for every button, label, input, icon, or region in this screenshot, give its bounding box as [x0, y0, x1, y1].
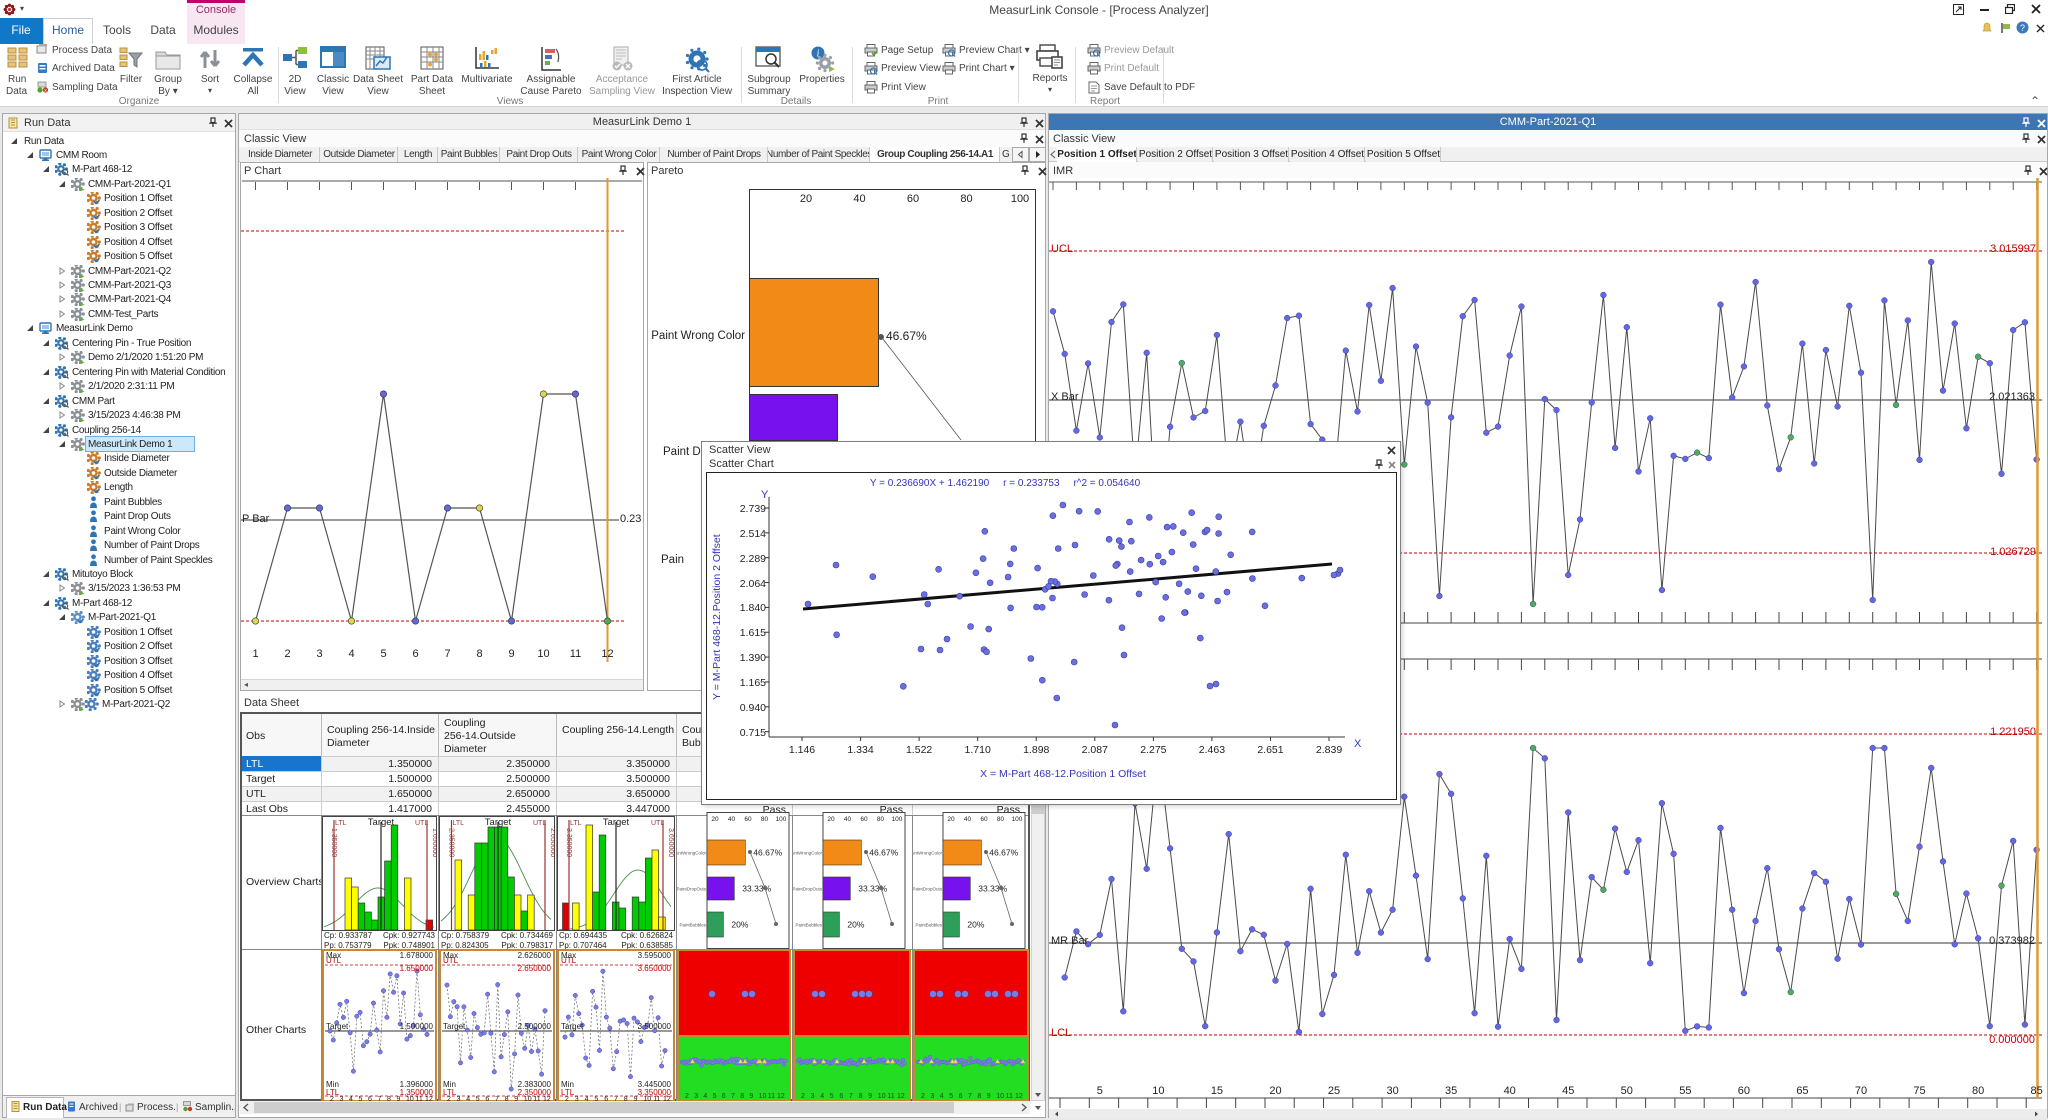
- svg-text:2.626000: 2.626000: [518, 951, 552, 960]
- svg-text:2.500000: 2.500000: [518, 1022, 552, 1031]
- svg-text:1.350000: 1.350000: [330, 828, 337, 857]
- svg-text:aintWrongColor: aintWrongColor: [677, 851, 706, 856]
- svg-text:9: 9: [987, 1093, 991, 1100]
- svg-text:2: 2: [685, 1093, 689, 1100]
- svg-text:5: 5: [949, 1093, 953, 1100]
- svg-text:11: 11: [887, 1093, 894, 1100]
- svg-text:11: 11: [768, 1093, 775, 1100]
- svg-text:PaintBubbles: PaintBubbles: [795, 923, 822, 928]
- svg-text:Target: Target: [443, 1022, 466, 1031]
- svg-text:UTL: UTL: [443, 956, 459, 965]
- svg-text:60: 60: [980, 816, 988, 823]
- svg-text:12: 12: [1015, 1093, 1023, 1100]
- svg-text:2.650000: 2.650000: [518, 964, 552, 973]
- svg-text:20%: 20%: [731, 920, 748, 930]
- svg-text:6: 6: [959, 1093, 963, 1100]
- svg-text:9: 9: [749, 1093, 753, 1100]
- svg-text:Target: Target: [485, 817, 512, 828]
- svg-text:7: 7: [849, 1093, 853, 1100]
- svg-text:46.67%: 46.67%: [989, 848, 1018, 858]
- svg-text:PaintBubbles: PaintBubbles: [915, 923, 942, 928]
- svg-text:2.350000: 2.350000: [448, 828, 455, 857]
- svg-text:33.33%: 33.33%: [978, 884, 1007, 894]
- svg-text:7: 7: [731, 1093, 735, 1100]
- svg-text:3: 3: [930, 1093, 934, 1100]
- svg-text:80: 80: [997, 816, 1005, 823]
- svg-text:3.500000: 3.500000: [638, 1022, 672, 1031]
- svg-text:6: 6: [722, 1093, 726, 1100]
- svg-text:11: 11: [1006, 1093, 1013, 1100]
- svg-text:PaintDropOuts: PaintDropOuts: [793, 887, 823, 892]
- svg-text:4: 4: [820, 1093, 824, 1100]
- svg-text:3.350000: 3.350000: [565, 828, 572, 857]
- svg-text:UTL: UTL: [651, 820, 664, 827]
- svg-text:20: 20: [711, 816, 719, 823]
- svg-text:PaintDropOuts: PaintDropOuts: [913, 887, 943, 892]
- svg-text:20%: 20%: [847, 920, 864, 930]
- svg-text:UTL: UTL: [415, 820, 428, 827]
- svg-text:1.650000: 1.650000: [431, 828, 437, 857]
- svg-text:UTL: UTL: [326, 956, 342, 965]
- svg-text:33.33%: 33.33%: [858, 884, 887, 894]
- svg-text:LTL: LTL: [570, 820, 582, 827]
- svg-text:6: 6: [839, 1093, 843, 1100]
- svg-text:?: ?: [2020, 23, 2025, 33]
- svg-text:2: 2: [801, 1093, 805, 1100]
- svg-text:2.650000: 2.650000: [549, 828, 555, 857]
- svg-text:Target: Target: [603, 817, 630, 828]
- svg-text:20%: 20%: [967, 920, 984, 930]
- svg-text:3: 3: [811, 1093, 815, 1100]
- svg-text:Target: Target: [561, 1022, 584, 1031]
- svg-text:80: 80: [761, 816, 769, 823]
- svg-text:7: 7: [968, 1093, 972, 1100]
- svg-text:LTL: LTL: [335, 820, 347, 827]
- svg-text:80: 80: [877, 816, 885, 823]
- svg-text:46.67%: 46.67%: [869, 848, 898, 858]
- svg-text:10: 10: [878, 1093, 886, 1100]
- svg-text:8: 8: [977, 1093, 981, 1100]
- svg-text:40: 40: [964, 816, 972, 823]
- svg-text:10: 10: [996, 1093, 1004, 1100]
- svg-text:UTL: UTL: [533, 820, 546, 827]
- svg-text:3: 3: [694, 1093, 698, 1100]
- svg-text:5: 5: [830, 1093, 834, 1100]
- svg-text:8: 8: [740, 1093, 744, 1100]
- svg-text:1.650000: 1.650000: [400, 964, 434, 973]
- svg-text:60: 60: [860, 816, 868, 823]
- svg-text:12: 12: [777, 1093, 785, 1100]
- svg-text:3.650000: 3.650000: [667, 828, 674, 857]
- svg-text:12: 12: [897, 1093, 905, 1100]
- svg-text:PaintDropOuts: PaintDropOuts: [677, 887, 707, 892]
- svg-text:60: 60: [744, 816, 752, 823]
- svg-text:9: 9: [868, 1093, 872, 1100]
- svg-text:20: 20: [947, 816, 955, 823]
- svg-text:4: 4: [940, 1093, 944, 1100]
- svg-text:40: 40: [728, 816, 736, 823]
- svg-text:aintWrongColor: aintWrongColor: [793, 851, 822, 856]
- svg-text:LTL: LTL: [453, 820, 465, 827]
- svg-text:8: 8: [859, 1093, 863, 1100]
- svg-text:100: 100: [1012, 816, 1023, 823]
- svg-text:3.595000: 3.595000: [638, 951, 672, 960]
- svg-text:100: 100: [892, 816, 903, 823]
- svg-text:33.33%: 33.33%: [742, 884, 771, 894]
- svg-text:PaintBubbles: PaintBubbles: [679, 923, 706, 928]
- svg-text:100: 100: [776, 816, 787, 823]
- svg-text:UTL: UTL: [561, 956, 577, 965]
- svg-text:40: 40: [844, 816, 852, 823]
- svg-text:aintWrongColor: aintWrongColor: [913, 851, 942, 856]
- svg-text:Target: Target: [368, 817, 395, 828]
- svg-text:Target: Target: [326, 1022, 349, 1031]
- svg-text:2: 2: [921, 1093, 925, 1100]
- svg-text:10: 10: [759, 1093, 767, 1100]
- svg-text:1.500000: 1.500000: [400, 1022, 434, 1031]
- svg-text:1.678000: 1.678000: [400, 951, 434, 960]
- svg-text:4: 4: [703, 1093, 707, 1100]
- svg-text:46.67%: 46.67%: [753, 848, 782, 858]
- svg-text:20: 20: [827, 816, 835, 823]
- svg-text:5: 5: [713, 1093, 717, 1100]
- svg-text:3.650000: 3.650000: [638, 964, 672, 973]
